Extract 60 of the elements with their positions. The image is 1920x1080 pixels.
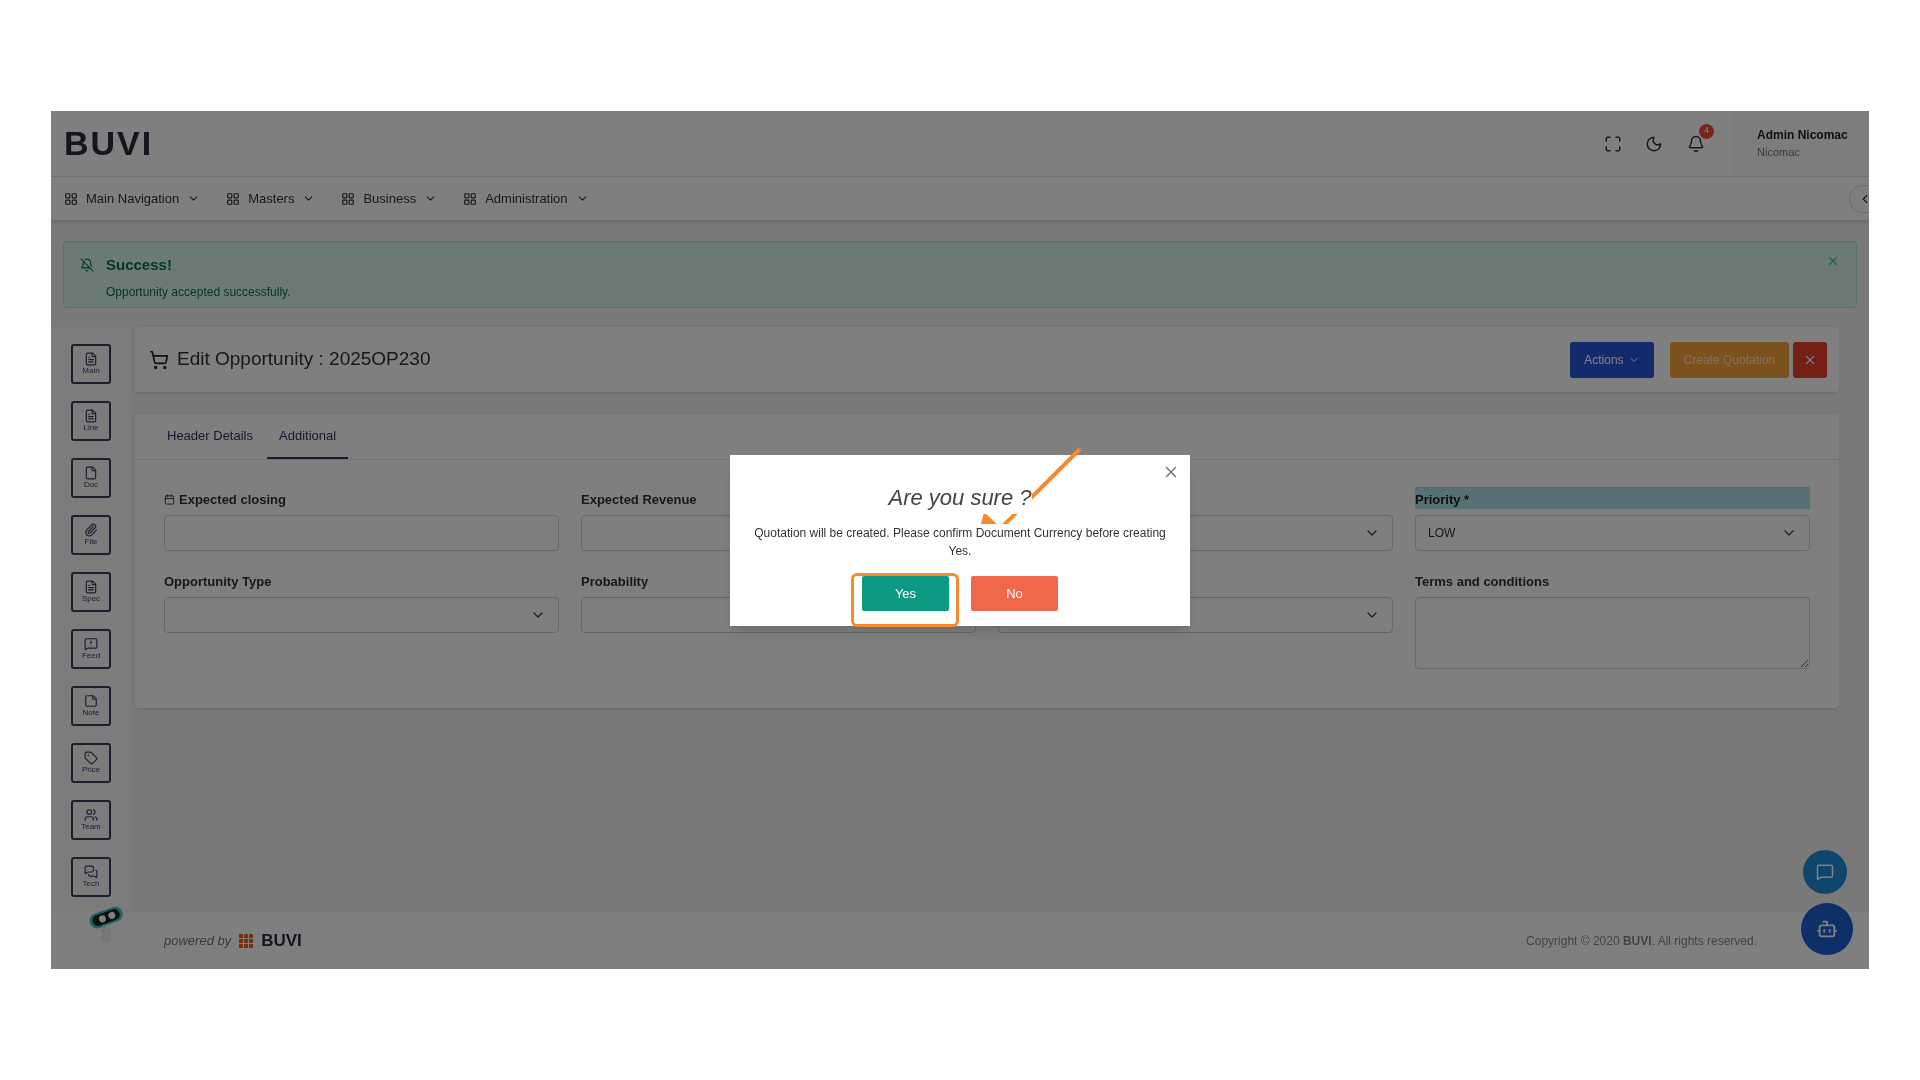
document-icon <box>84 409 98 423</box>
footer-logo: BUVI <box>261 929 302 952</box>
field-label: Opportunity Type <box>164 572 272 591</box>
cart-icon <box>149 349 169 370</box>
fullscreen-icon[interactable] <box>1604 134 1622 153</box>
side-tool-button[interactable]: Line <box>71 401 111 441</box>
nav-menu[interactable]: Administration <box>463 188 589 209</box>
tag-icon <box>84 751 98 765</box>
no-button[interactable]: No <box>971 576 1058 611</box>
page-title: Edit Opportunity : 2025OP230 <box>177 347 431 372</box>
dropdown-field[interactable]: LOW <box>1415 515 1810 551</box>
grid-icon <box>226 191 241 206</box>
field-label: Expected closing <box>179 490 286 509</box>
field-label: Expected Revenue <box>581 490 697 509</box>
side-tool-button[interactable]: Note <box>71 686 111 726</box>
side-tool-button[interactable]: Tech <box>71 857 111 897</box>
dropdown-field[interactable] <box>164 597 559 633</box>
bell-off-icon <box>80 258 94 272</box>
page-icon <box>84 466 98 480</box>
field-label: Probability <box>581 572 649 591</box>
grid-icon <box>341 191 356 206</box>
logo: BUVI <box>63 123 154 164</box>
side-tool-button[interactable]: Main <box>71 344 111 384</box>
paperclip-icon <box>84 523 98 537</box>
grid-icon <box>64 191 78 206</box>
notification-icon[interactable] <box>1687 134 1705 153</box>
actions-button[interactable]: Actions <box>1570 341 1654 378</box>
alert-message: Opportunity accepted successfully. <box>106 283 291 301</box>
document-icon <box>84 580 98 594</box>
chat-icon <box>84 865 98 879</box>
grid-icon <box>463 191 478 206</box>
field-label: Terms and conditions <box>1415 572 1550 591</box>
calendar-icon <box>164 494 175 505</box>
side-tool-button[interactable]: Spec <box>71 572 111 612</box>
bot-button[interactable] <box>1801 903 1853 955</box>
notification-badge: 4 <box>1699 123 1714 139</box>
comment-icon <box>84 637 98 651</box>
chat-button[interactable] <box>1803 850 1847 894</box>
powered-by-text: powered by <box>164 931 232 950</box>
tab[interactable]: Header Details <box>155 414 265 459</box>
nav-menu[interactable]: Business <box>341 188 438 209</box>
side-tool-button[interactable]: Feed <box>71 629 111 669</box>
side-tool-button[interactable]: Doc <box>71 458 111 498</box>
yes-button[interactable]: Yes <box>862 576 949 611</box>
moon-icon[interactable] <box>1645 134 1663 153</box>
side-tool-button[interactable]: Price <box>71 743 111 783</box>
tab[interactable]: Additional <box>267 414 349 459</box>
nav-menu[interactable]: Masters <box>226 188 316 209</box>
side-tool-button[interactable]: File <box>71 515 111 555</box>
people-icon <box>84 808 98 822</box>
side-tool-button[interactable]: Team <box>71 800 111 840</box>
nav-menu[interactable]: Main Navigation <box>64 188 201 209</box>
logo-mark-icon <box>239 933 254 948</box>
close-button[interactable] <box>1793 341 1827 378</box>
robot-icon <box>1816 918 1838 940</box>
chat-icon <box>1816 863 1834 881</box>
document-icon <box>84 352 98 366</box>
copyright-text: Copyright © 2020 BUVI. All rights reserved. <box>1526 932 1757 950</box>
alert-title: Success! <box>106 255 173 275</box>
note-icon <box>84 694 98 708</box>
